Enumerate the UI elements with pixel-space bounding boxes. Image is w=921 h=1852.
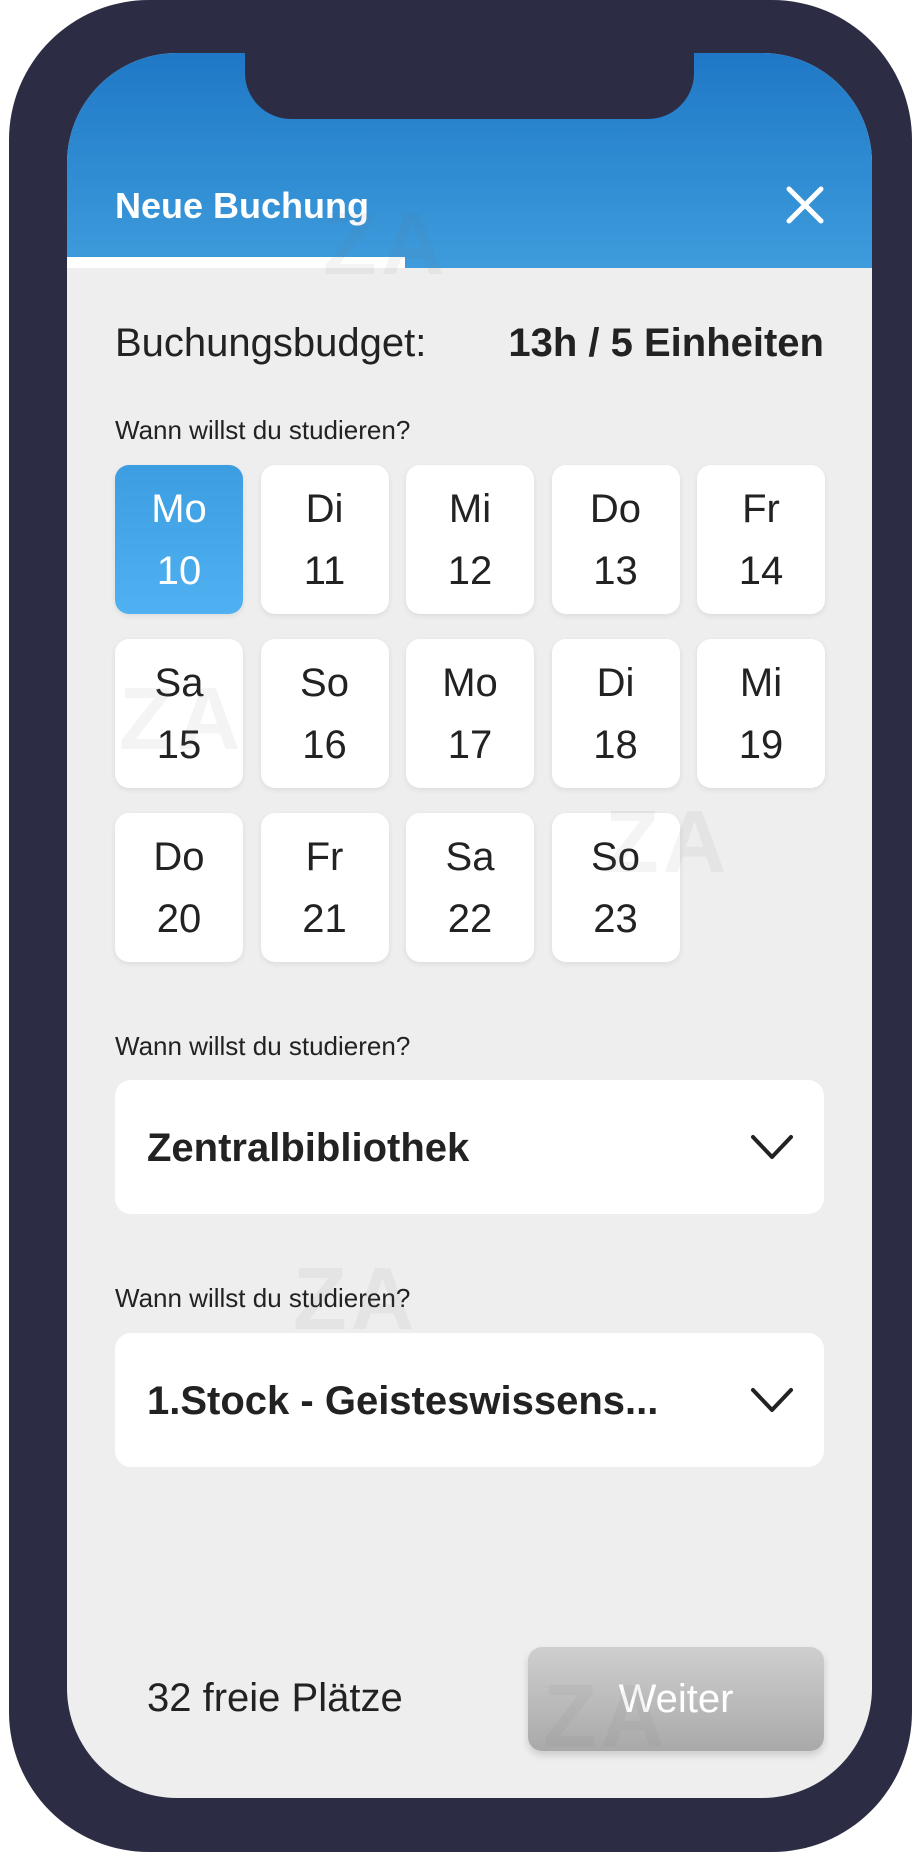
day-weekday: Mo — [151, 486, 207, 531]
day-date: 13 — [593, 548, 638, 593]
day-date: 18 — [593, 722, 638, 767]
power-button — [898, 428, 912, 638]
day-tile[interactable]: So 16 — [260, 639, 389, 788]
day-weekday: Di — [596, 660, 635, 705]
day-date: 12 — [447, 548, 493, 593]
day-date: 22 — [447, 896, 493, 941]
budget-value: 13h / 5 Einheiten — [508, 321, 824, 365]
day-weekday: Di — [305, 486, 344, 531]
day-tile[interactable]: Fr 14 — [697, 465, 825, 614]
watermark: ZA — [323, 194, 449, 293]
chevron-down-icon — [751, 1388, 793, 1412]
watermark: ZA — [605, 792, 731, 891]
day-date: 19 — [738, 722, 784, 767]
day-weekday: So — [300, 660, 349, 705]
watermark: ZA — [543, 1666, 669, 1765]
day-weekday: Do — [589, 486, 642, 531]
day-weekday: Mi — [739, 660, 783, 705]
area-select[interactable]: 1.Stock - Geisteswissens... — [115, 1333, 824, 1467]
day-tile[interactable]: Mi 12 — [406, 465, 534, 614]
day-tile[interactable]: Mo 10 — [115, 465, 243, 614]
phone-frame: Neue Buchung Buchungsbudget: 13h / 5 Ein… — [9, 0, 912, 1852]
day-tile[interactable]: Di 11 — [260, 465, 389, 614]
close-icon — [786, 186, 824, 224]
day-date: 21 — [302, 896, 347, 941]
day-date: 14 — [738, 548, 784, 593]
day-date: 16 — [302, 722, 347, 767]
day-date: 11 — [303, 548, 346, 593]
day-weekday: Do — [153, 834, 205, 879]
notch — [245, 53, 694, 119]
date-section-label: Wann willst du studieren? — [115, 415, 411, 445]
day-date: 17 — [447, 722, 493, 767]
day-tile[interactable]: Sa 22 — [406, 813, 534, 962]
location-select[interactable]: Zentralbibliothek — [115, 1080, 824, 1214]
day-tile[interactable]: Mo 17 — [406, 639, 534, 788]
area-value: 1.Stock - Geisteswissens... — [147, 1379, 659, 1423]
close-button[interactable] — [783, 183, 827, 227]
location-value: Zentralbibliothek — [147, 1126, 470, 1170]
free-seats-count: 32 freie Plätze — [147, 1676, 403, 1720]
day-tile[interactable]: Mi 19 — [697, 639, 825, 788]
volume-up-button — [9, 384, 23, 516]
day-weekday: Fr — [742, 486, 780, 531]
watermark: ZA — [293, 1249, 419, 1348]
day-date: 10 — [156, 548, 202, 593]
day-tile[interactable]: Do 20 — [115, 813, 243, 962]
day-date: 23 — [593, 896, 638, 941]
day-weekday: Fr — [305, 834, 344, 879]
day-date: 20 — [156, 896, 202, 941]
day-weekday: Mo — [442, 660, 498, 705]
day-weekday: Sa — [445, 834, 495, 879]
day-tile[interactable]: Do 13 — [551, 465, 680, 614]
mute-switch — [9, 248, 23, 318]
day-tile[interactable]: Di 18 — [551, 639, 680, 788]
day-tile[interactable]: Fr 21 — [260, 813, 389, 962]
budget-row: Buchungsbudget: 13h / 5 Einheiten — [115, 313, 824, 373]
volume-down-button — [9, 550, 23, 682]
location-section-label: Wann willst du studieren? — [115, 1031, 411, 1061]
chevron-down-icon — [751, 1135, 793, 1159]
budget-label: Buchungsbudget: — [115, 321, 427, 365]
day-weekday: Mi — [448, 486, 492, 531]
watermark: ZA — [119, 669, 245, 768]
screen: Neue Buchung Buchungsbudget: 13h / 5 Ein… — [67, 53, 872, 1798]
